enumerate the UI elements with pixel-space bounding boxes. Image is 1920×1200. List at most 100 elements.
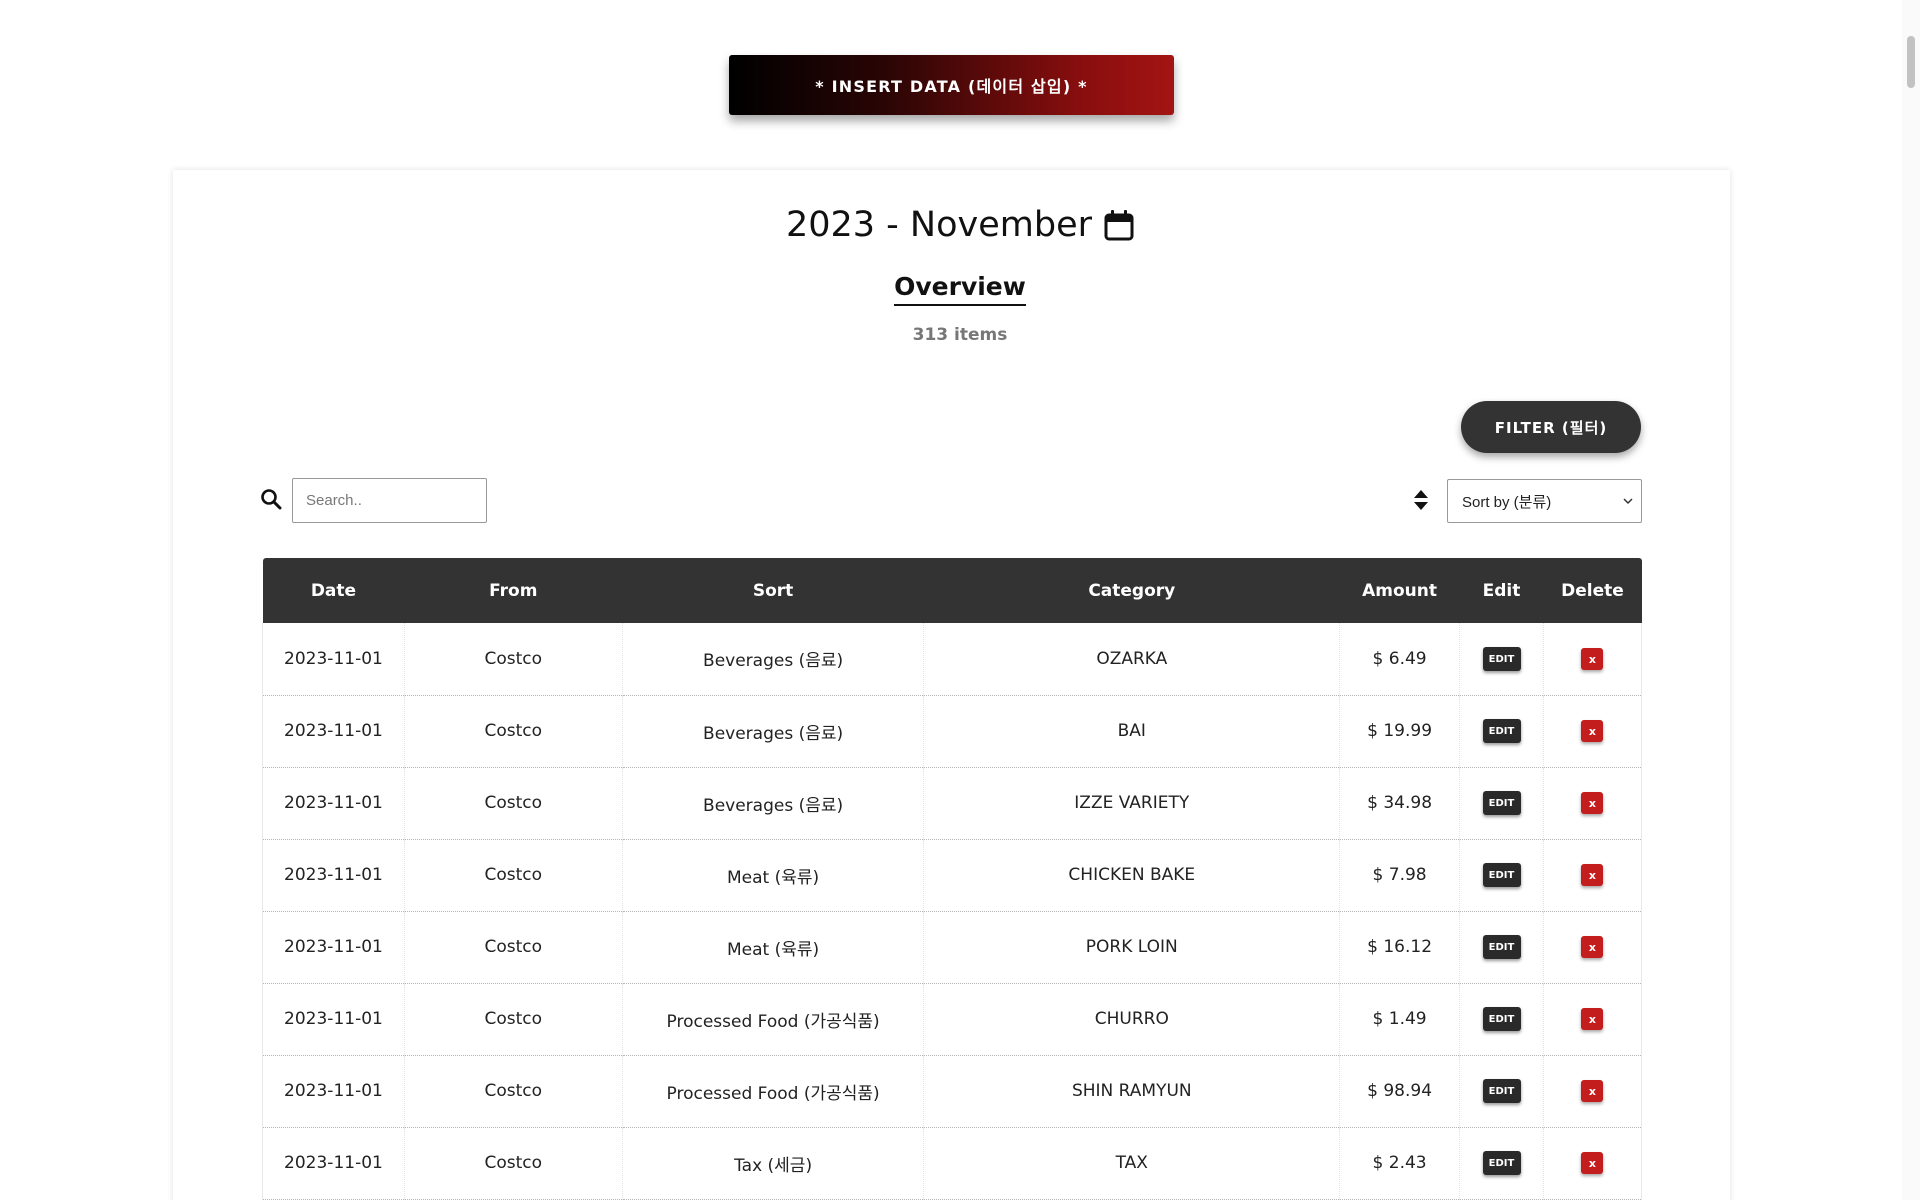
table-row: 2023-11-01 Costco Tax (세금) TAX $ 2.43 ED… — [262, 1127, 1643, 1199]
cell-sort: Beverages (음료) — [622, 695, 925, 767]
column-header-edit: Edit — [1482, 580, 1521, 601]
month-title: 2023 - November — [0, 205, 1920, 245]
table-row: 2023-11-01 Costco Meat (육류) CHICKEN BAKE… — [262, 839, 1643, 911]
page: * INSERT DATA (데이터 삽입) * 2023 - November… — [0, 0, 1920, 1200]
edit-button[interactable]: EDIT — [1482, 647, 1521, 671]
delete-button[interactable]: x — [1581, 648, 1604, 670]
column-header-date[interactable]: Date — [263, 558, 405, 623]
table-row: 2023-11-01 Costco Processed Food (가공식품) … — [262, 1055, 1643, 1127]
insert-data-button[interactable]: * INSERT DATA (데이터 삽입) * — [729, 55, 1174, 115]
cell-sort: Beverages (음료) — [622, 767, 925, 839]
cell-edit: EDIT — [1459, 839, 1544, 911]
cell-category: OZARKA — [923, 623, 1341, 695]
column-header-sort[interactable]: Sort — [622, 558, 924, 623]
cell-from: Costco — [404, 839, 623, 911]
search-input[interactable] — [292, 478, 487, 523]
cell-delete: x — [1543, 623, 1643, 695]
delete-button[interactable]: x — [1581, 936, 1604, 959]
cell-from: Costco — [404, 623, 623, 695]
cell-category: SHIN RAMYUN — [923, 1055, 1341, 1127]
cell-amount: $ 34.98 — [1339, 767, 1461, 839]
cell-date: 2023-11-01 — [262, 1055, 405, 1127]
cell-category: PORK LOIN — [923, 911, 1341, 983]
delete-button[interactable]: x — [1581, 792, 1604, 815]
cell-from: Costco — [404, 767, 623, 839]
table-row: 2023-11-01 Costco Meat (육류) PORK LOIN $ … — [262, 911, 1643, 983]
cell-sort: Processed Food (가공식품) — [622, 983, 925, 1055]
cell-from: Costco — [404, 695, 623, 767]
cell-sort: Beverages (음료) — [622, 623, 925, 695]
column-header-from[interactable]: From — [404, 558, 622, 623]
cell-category: IZZE VARIETY — [923, 767, 1341, 839]
column-header-category[interactable]: Category — [924, 558, 1340, 623]
cell-from: Costco — [404, 911, 623, 983]
cell-delete: x — [1543, 767, 1643, 839]
delete-button[interactable]: x — [1581, 864, 1604, 887]
cell-from: Costco — [404, 983, 623, 1055]
cell-delete: x — [1543, 1127, 1643, 1199]
cell-date: 2023-11-01 — [262, 1127, 405, 1199]
cell-edit: EDIT — [1459, 1127, 1544, 1199]
sort-icon[interactable] — [1413, 489, 1429, 511]
delete-button[interactable]: x — [1581, 1152, 1604, 1175]
edit-button[interactable]: EDIT — [1482, 1007, 1521, 1032]
cell-edit: EDIT — [1459, 623, 1544, 695]
month-title-text: 2023 - November — [785, 205, 1093, 245]
chevron-down-icon — [1623, 498, 1633, 505]
cell-delete: x — [1543, 1055, 1643, 1127]
cell-amount: $ 7.98 — [1339, 839, 1461, 911]
delete-button[interactable]: x — [1581, 1080, 1604, 1103]
sort-select-value: Sort by (분류) — [1462, 493, 1552, 511]
table-row: 2023-11-01 Costco Beverages (음료) OZARKA … — [262, 623, 1643, 695]
cell-edit: EDIT — [1459, 983, 1544, 1055]
sort-select[interactable]: Sort by (분류) — [1447, 479, 1642, 523]
edit-button[interactable]: EDIT — [1482, 791, 1521, 816]
cell-amount: $ 6.49 — [1339, 623, 1461, 695]
edit-button[interactable]: EDIT — [1482, 863, 1521, 888]
cell-edit: EDIT — [1459, 767, 1544, 839]
cell-amount: $ 1.49 — [1339, 983, 1461, 1055]
overview-heading: Overview — [0, 272, 1920, 306]
cell-category: CHICKEN BAKE — [923, 839, 1341, 911]
cell-delete: x — [1543, 695, 1643, 767]
cell-from: Costco — [404, 1127, 623, 1199]
table-row: 2023-11-01 Costco Processed Food (가공식품) … — [262, 983, 1643, 1055]
cell-amount: $ 98.94 — [1339, 1055, 1461, 1127]
scrollbar[interactable] — [1902, 0, 1920, 1200]
table-header-row: Date From Sort Category Amount Edit Dele… — [262, 558, 1642, 623]
delete-button[interactable]: x — [1581, 1008, 1604, 1031]
edit-button[interactable]: EDIT — [1482, 1151, 1521, 1176]
cell-date: 2023-11-01 — [262, 767, 405, 839]
filter-button[interactable]: FILTER (필터) — [1461, 401, 1641, 453]
cell-date: 2023-11-01 — [262, 839, 405, 911]
cell-amount: $ 19.99 — [1339, 695, 1461, 767]
column-header-amount[interactable]: Amount — [1340, 558, 1460, 623]
cell-sort: Meat (육류) — [622, 911, 925, 983]
scrollbar-thumb[interactable] — [1907, 36, 1915, 88]
cell-sort: Tax (세금) — [622, 1127, 925, 1199]
calendar-icon[interactable] — [1104, 209, 1134, 241]
cell-date: 2023-11-01 — [262, 623, 405, 695]
edit-button[interactable]: EDIT — [1482, 935, 1521, 960]
cell-date: 2023-11-01 — [262, 911, 405, 983]
cell-category: TAX — [923, 1127, 1341, 1199]
cell-edit: EDIT — [1459, 695, 1544, 767]
table-row: 2023-11-01 Costco Beverages (음료) BAI $ 1… — [262, 695, 1643, 767]
cell-edit: EDIT — [1459, 911, 1544, 983]
cell-delete: x — [1543, 839, 1643, 911]
cell-sort: Meat (육류) — [622, 839, 925, 911]
edit-button[interactable]: EDIT — [1482, 1079, 1521, 1104]
cell-amount: $ 2.43 — [1339, 1127, 1461, 1199]
cell-category: CHURRO — [923, 983, 1341, 1055]
delete-button[interactable]: x — [1581, 720, 1604, 743]
cell-delete: x — [1543, 911, 1643, 983]
transactions-table: Date From Sort Category Amount Edit Dele… — [262, 558, 1643, 1200]
column-header-delete: Delete — [1561, 580, 1624, 601]
edit-button[interactable]: EDIT — [1482, 719, 1521, 744]
cell-amount: $ 16.12 — [1339, 911, 1461, 983]
cell-date: 2023-11-01 — [262, 695, 405, 767]
search-icon — [261, 489, 282, 510]
cell-edit: EDIT — [1459, 1055, 1544, 1127]
cell-from: Costco — [404, 1055, 623, 1127]
table-row: 2023-11-01 Costco Beverages (음료) IZZE VA… — [262, 767, 1643, 839]
